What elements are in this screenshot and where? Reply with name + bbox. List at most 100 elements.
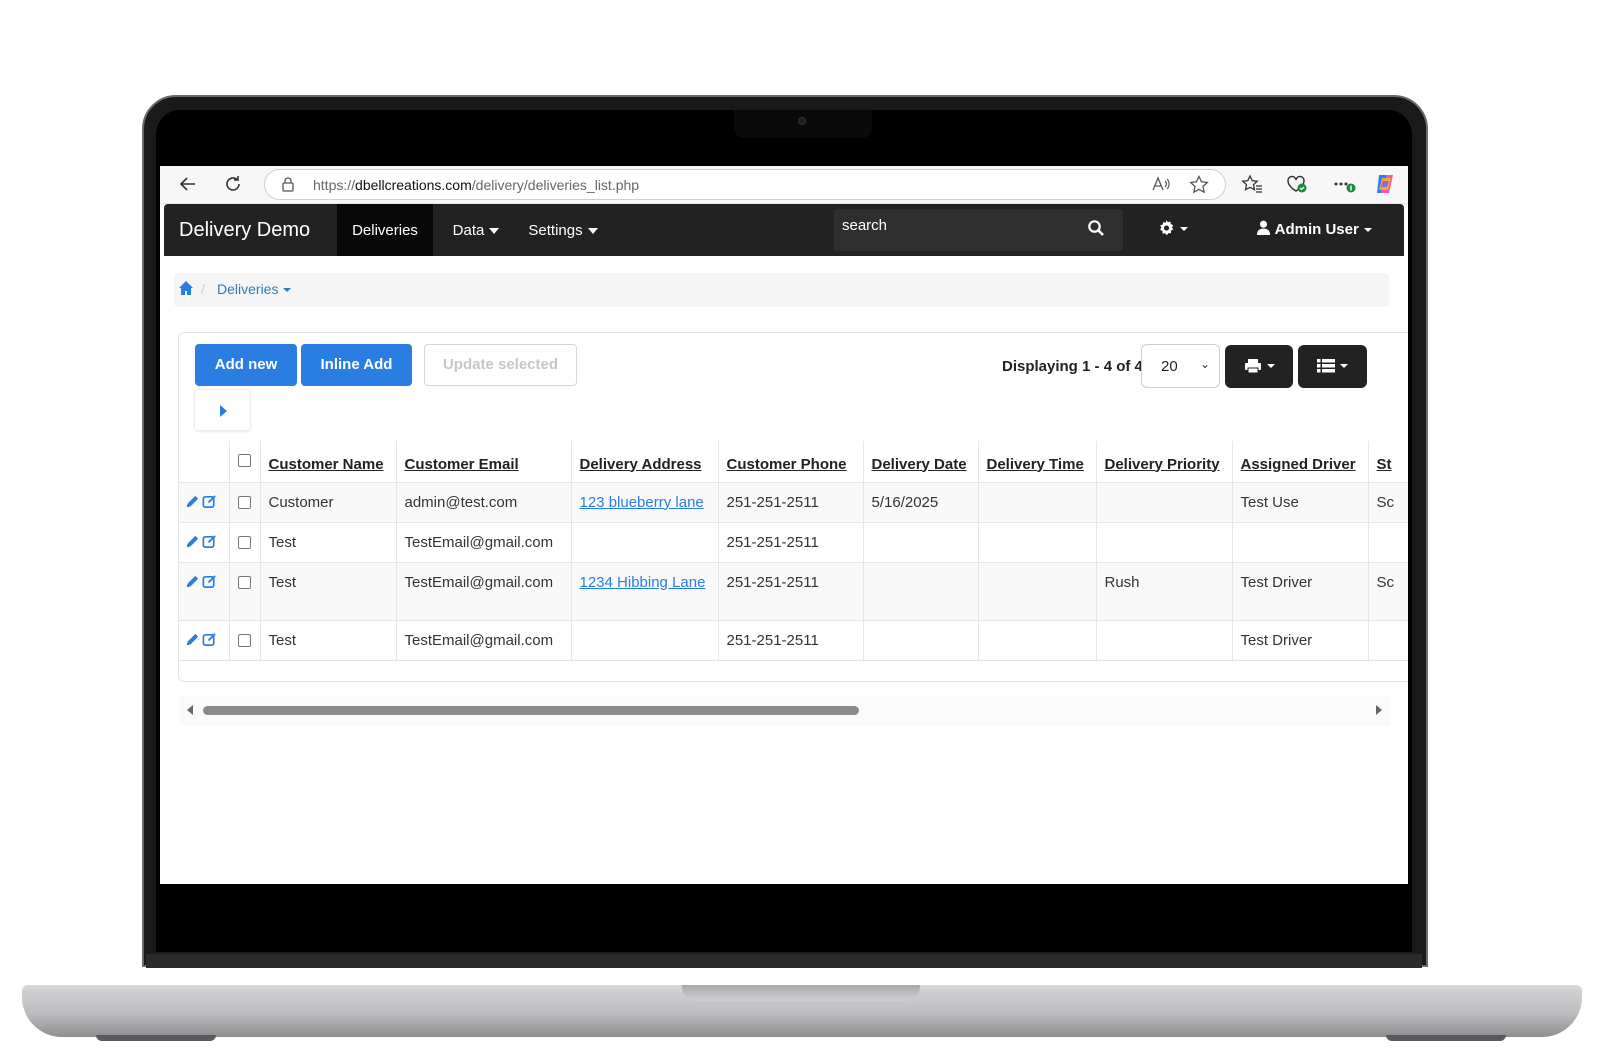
star-icon[interactable] (1189, 174, 1209, 199)
back-arrow-icon[interactable] (178, 174, 198, 198)
url-scheme: https:// (313, 177, 356, 193)
cell-customer-phone: 251-251-2511 (717, 562, 863, 621)
nav-data-label: Data (452, 222, 485, 239)
column-header[interactable]: Customer Phone (717, 441, 863, 483)
update-selected-button[interactable]: Update selected (424, 344, 577, 386)
edit-square-icon[interactable] (202, 494, 217, 509)
inline-add-button[interactable]: Inline Add (301, 344, 412, 386)
gear-menu[interactable] (1158, 218, 1188, 238)
nav-deliveries[interactable]: Deliveries (337, 204, 433, 256)
list-options-button[interactable] (1298, 345, 1367, 388)
cell-assigned-driver (1231, 522, 1368, 563)
deliveries-table: Customer Name Customer Email Delivery Ad… (179, 441, 1408, 661)
nav-settings[interactable]: Settings (521, 204, 605, 256)
breadcrumb-deliveries-label: Deliveries (217, 281, 279, 297)
scroll-right-icon[interactable] (1376, 705, 1382, 715)
cell-delivery-time (977, 620, 1096, 661)
column-header[interactable]: Delivery Time (977, 441, 1096, 483)
row-checkbox[interactable] (237, 536, 251, 550)
url-path: /delivery/deliveries_list.php (471, 177, 640, 193)
lock-icon[interactable] (281, 176, 295, 195)
cell-customer-name: Test (259, 562, 396, 621)
column-header[interactable]: Assigned Driver (1231, 441, 1368, 483)
lid-hinge (146, 954, 1422, 968)
row-checkbox[interactable] (237, 496, 251, 510)
user-name: Admin User (1274, 221, 1359, 238)
list-icon (1317, 359, 1335, 373)
scrollbar-thumb[interactable] (203, 706, 859, 715)
laptop-foot-right (1386, 1035, 1506, 1041)
row-select (228, 620, 260, 661)
page-size-value: 20 (1161, 358, 1178, 375)
browser-essentials-icon[interactable] (1286, 174, 1308, 198)
read-aloud-icon[interactable] (1151, 175, 1171, 198)
home-icon[interactable] (178, 280, 194, 301)
page-size-select[interactable]: 20 ⌄ (1141, 344, 1220, 388)
cell-delivery-priority (1095, 522, 1232, 563)
nav-data[interactable]: Data (441, 204, 511, 256)
browser-toolbar: https://dbellcreations.com/delivery/deli… (160, 166, 1408, 204)
address-link[interactable]: 1234 Hibbing Lane (580, 574, 706, 591)
pencil-icon[interactable] (185, 632, 200, 647)
edit-square-icon[interactable] (202, 632, 217, 647)
column-header[interactable]: Customer Email (395, 441, 571, 483)
record-count: Displaying 1 - 4 of 4 (1002, 358, 1143, 375)
cell-delivery-address (570, 522, 718, 563)
base-opening-lip (682, 985, 920, 1001)
cell-customer-name: Test (259, 522, 396, 563)
row-checkbox[interactable] (237, 576, 251, 590)
column-header[interactable]: Delivery Priority (1095, 441, 1232, 483)
search-icon[interactable] (1087, 219, 1105, 242)
column-header[interactable]: Delivery Address (570, 441, 718, 483)
url-domain: dbellcreations.com (355, 177, 472, 193)
expand-toggle-button[interactable] (194, 389, 251, 431)
cell-delivery-time (977, 562, 1096, 621)
cell-delivery-date (862, 522, 978, 563)
address-bar[interactable]: https://dbellcreations.com/delivery/deli… (264, 169, 1226, 200)
breadcrumb-separator: / (201, 281, 205, 297)
select-all-checkbox[interactable] (237, 454, 251, 468)
cell-status (1367, 522, 1408, 563)
cell-assigned-driver: Test Driver (1231, 620, 1368, 661)
row-actions (179, 522, 229, 563)
laptop-foot-left (96, 1035, 216, 1041)
pencil-icon[interactable] (185, 494, 200, 509)
horizontal-scrollbar[interactable] (180, 696, 1390, 726)
column-header[interactable]: Delivery Date (862, 441, 978, 483)
row-checkbox[interactable] (237, 634, 251, 648)
search-input[interactable]: search (834, 209, 1123, 251)
cell-customer-email: TestEmail@gmail.com (395, 620, 571, 661)
chevron-down-icon (283, 288, 292, 293)
pencil-icon[interactable] (185, 534, 200, 549)
copilot-icon[interactable] (1373, 172, 1397, 200)
table-row: Test TestEmail@gmail.com 251-251-2511 (179, 522, 1408, 563)
column-header[interactable]: St (1367, 441, 1408, 483)
favorites-icon[interactable] (1241, 174, 1263, 198)
add-new-button[interactable]: Add new (195, 344, 297, 386)
more-icon[interactable] (1332, 174, 1356, 198)
pencil-icon[interactable] (185, 574, 200, 589)
cell-delivery-address (570, 620, 718, 661)
gear-icon (1160, 220, 1174, 236)
cell-customer-phone: 251-251-2511 (717, 482, 863, 523)
brand-title[interactable]: Delivery Demo (179, 219, 310, 242)
list-panel: Add new Inline Add Update selected Displ… (178, 332, 1408, 682)
breadcrumb-deliveries[interactable]: Deliveries (217, 281, 292, 297)
cell-assigned-driver: Test Driver (1231, 562, 1368, 621)
edit-square-icon[interactable] (202, 534, 217, 549)
caret-right-icon (220, 405, 227, 417)
cell-assigned-driver: Test Use (1231, 482, 1368, 523)
print-button[interactable] (1225, 345, 1293, 388)
screen-bottom-black (160, 884, 1408, 938)
column-header[interactable]: Customer Name (259, 441, 396, 483)
chevron-down-icon (489, 228, 500, 235)
cell-delivery-address: 123 blueberry lane (570, 482, 718, 523)
refresh-icon[interactable] (223, 174, 243, 198)
user-menu[interactable]: Admin User (1256, 220, 1372, 238)
select-all-header (228, 441, 260, 483)
edit-square-icon[interactable] (202, 574, 217, 589)
breadcrumb: / Deliveries (174, 273, 1389, 307)
scroll-left-icon[interactable] (187, 705, 193, 715)
address-link[interactable]: 123 blueberry lane (580, 494, 704, 511)
cell-delivery-date (862, 620, 978, 661)
